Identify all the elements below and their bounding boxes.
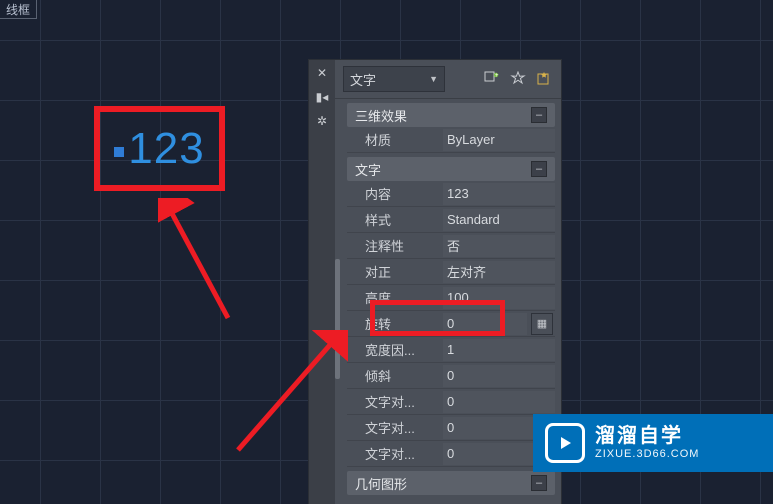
prop-row-oblique[interactable]: 倾斜 0 (347, 363, 555, 389)
watermark-subtitle: ZIXUE.3D66.COM (595, 448, 699, 461)
close-icon[interactable]: ✕ (317, 66, 327, 80)
prop-row-text-align-3[interactable]: 文字对... 0 (347, 441, 555, 467)
object-type-dropdown[interactable]: 文字 ▼ (343, 66, 445, 92)
prop-label: 文字对... (347, 392, 443, 411)
prop-value[interactable]: 左对齐 (443, 261, 555, 283)
chevron-down-icon: ▼ (429, 74, 438, 84)
prop-label: 对正 (347, 262, 443, 281)
prop-label: 倾斜 (347, 366, 443, 385)
selection-icon[interactable] (509, 70, 527, 88)
section-text: 文字 – 内容 123 样式 Standard 注释性 否 对正 左对齐 (347, 157, 555, 467)
prop-value[interactable]: ByLayer (443, 129, 555, 151)
prop-row-justify[interactable]: 对正 左对齐 (347, 259, 555, 285)
section-3d-effects: 三维效果 – 材质 ByLayer (347, 103, 555, 153)
prop-label: 注释性 (347, 236, 443, 255)
section-geometry: 几何图形 – (347, 471, 555, 495)
prop-label: 样式 (347, 210, 443, 229)
scrollbar-thumb[interactable] (335, 259, 340, 379)
viewport-mode-tab[interactable]: 线框 (0, 0, 37, 19)
section-header-text[interactable]: 文字 – (347, 157, 555, 181)
palette-body: 文字 ▼ + 三维效果 – 材质 (335, 60, 561, 504)
prop-label: 旋转 (347, 314, 443, 333)
collapse-icon[interactable]: – (531, 475, 547, 491)
prop-label: 文字对... (347, 418, 443, 437)
prop-label: 高度 (347, 288, 443, 307)
annotation-arrow-1 (158, 198, 248, 328)
viewport-mode-label: 线框 (6, 1, 30, 18)
prop-row-annotative[interactable]: 注释性 否 (347, 233, 555, 259)
text-entity[interactable]: 123 (128, 124, 204, 174)
watermark-banner: 溜溜自学 ZIXUE.3D66.COM (533, 414, 773, 472)
highlight-box-text-object: 123 (94, 106, 225, 191)
prop-value[interactable]: 123 (443, 183, 555, 205)
selection-grip[interactable] (114, 147, 124, 157)
svg-text:+: + (495, 73, 499, 79)
prop-row-content[interactable]: 内容 123 (347, 181, 555, 207)
section-header-3d-effects[interactable]: 三维效果 – (347, 103, 555, 127)
autohide-icon[interactable]: ▮◂ (316, 90, 329, 104)
prop-label: 宽度因... (347, 340, 443, 359)
prop-value[interactable]: 否 (443, 235, 555, 257)
palette-control-strip: ✕ ▮◂ ✲ (309, 60, 335, 504)
prop-label: 内容 (347, 184, 443, 203)
section-title: 文字 (355, 160, 381, 179)
menu-icon[interactable]: ✲ (317, 114, 327, 128)
prop-row-text-align-1[interactable]: 文字对... 0 (347, 389, 555, 415)
prop-value[interactable]: 100 (443, 287, 555, 309)
prop-row-text-align-2[interactable]: 文字对... 0 (347, 415, 555, 441)
prop-value[interactable]: 0 (443, 365, 555, 387)
prop-value[interactable]: 0 (443, 391, 555, 413)
collapse-icon[interactable]: – (531, 161, 547, 177)
section-title: 三维效果 (355, 106, 407, 125)
watermark-title: 溜溜自学 (595, 424, 699, 448)
prop-row-height[interactable]: 高度 100 (347, 285, 555, 311)
object-type-value: 文字 (350, 70, 376, 89)
quick-calc-icon[interactable]: ▦ (531, 313, 553, 335)
prop-label: 材质 (347, 130, 443, 149)
properties-palette: ✕ ▮◂ ✲ 文字 ▼ + 三维效果 – (308, 59, 562, 504)
prop-value[interactable]: Standard (443, 209, 555, 231)
prop-label: 文字对... (347, 444, 443, 463)
prop-row-material[interactable]: 材质 ByLayer (347, 127, 555, 153)
properties-scroll-area[interactable]: 三维效果 – 材质 ByLayer 文字 – 内容 123 样式 (335, 99, 561, 504)
prop-row-rotation[interactable]: 旋转 0 ▦ (347, 311, 555, 337)
section-title: 几何图形 (355, 474, 407, 493)
collapse-icon[interactable]: – (531, 107, 547, 123)
play-icon (545, 423, 585, 463)
prop-value[interactable]: 0 (443, 313, 527, 335)
quick-properties-icon[interactable] (535, 70, 553, 88)
quick-select-icon[interactable]: + (483, 70, 501, 88)
palette-toolbar: 文字 ▼ + (335, 60, 561, 99)
prop-row-style[interactable]: 样式 Standard (347, 207, 555, 233)
section-header-geometry[interactable]: 几何图形 – (347, 471, 555, 495)
prop-row-width-factor[interactable]: 宽度因... 1 (347, 337, 555, 363)
prop-value[interactable]: 1 (443, 339, 555, 361)
